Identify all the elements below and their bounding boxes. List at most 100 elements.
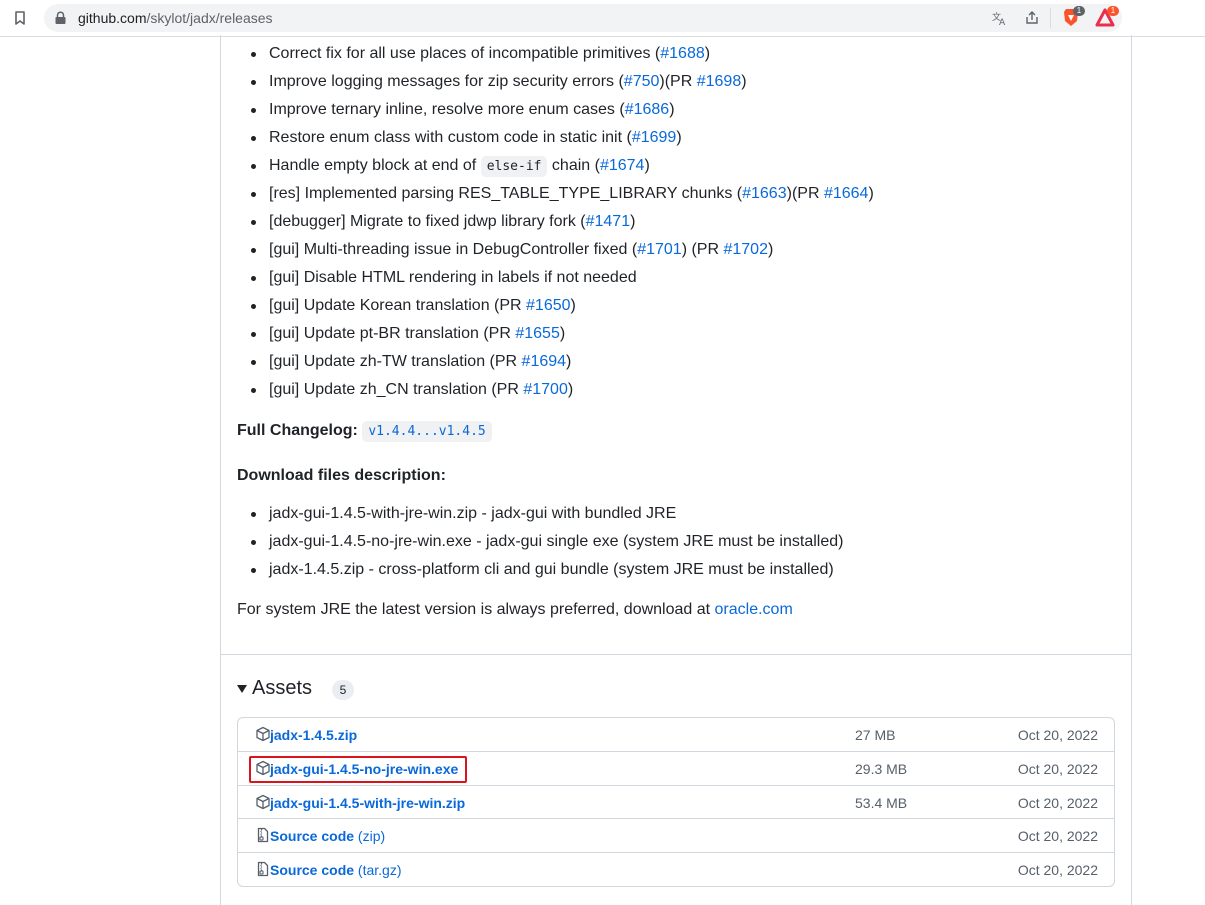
change-text: ) <box>644 157 650 174</box>
lock-icon[interactable] <box>54 11 67 25</box>
asset-download-link[interactable]: jadx-1.4.5.zip <box>270 727 357 743</box>
change-text: [gui] Update zh_CN translation (PR <box>269 381 524 398</box>
asset-row: Source code (tar.gz) Oct 20, 2022 <box>238 852 1114 885</box>
asset-date: Oct 20, 2022 <box>1017 727 1098 743</box>
change-text: [gui] Update pt-BR translation (PR <box>269 325 516 342</box>
change-item: [gui] Disable HTML rendering in labels i… <box>251 268 637 288</box>
caret-down-icon <box>237 685 247 693</box>
url-text[interactable]: github.com/skylot/jadx/releases <box>78 10 273 26</box>
change-text: ) <box>868 185 874 202</box>
change-text: ) <box>559 325 566 342</box>
inline-code: else-if <box>480 156 548 177</box>
page-content: Correct fix for all use places of incomp… <box>0 35 1205 905</box>
change-text: ) <box>566 353 572 370</box>
file-zip-icon <box>255 861 271 877</box>
issue-link[interactable]: #750 <box>624 73 660 90</box>
change-item: [res] Implemented parsing RES_TABLE_TYPE… <box>251 184 874 204</box>
issue-link[interactable]: #1650 <box>526 297 571 314</box>
highlight-box <box>249 756 467 783</box>
brave-rewards-icon[interactable]: 1 <box>1094 6 1119 29</box>
change-text: [gui] Update Korean translation (PR <box>269 297 527 314</box>
asset-download-link[interactable]: Source code (zip) <box>270 828 385 844</box>
change-text: [debugger] Migrate to fixed jdwp library… <box>269 213 586 230</box>
rewards-badge: 1 <box>1107 6 1119 16</box>
change-text: )(PR <box>659 73 697 90</box>
jre-note: For system JRE the latest version is alw… <box>237 600 793 620</box>
change-item: Restore enum class with custom code in s… <box>251 128 682 148</box>
change-item: [gui] Update zh_CN translation (PR #1700… <box>250 380 574 400</box>
change-text: [gui] Disable HTML rendering in labels i… <box>269 269 637 286</box>
issue-link[interactable]: #1702 <box>723 241 768 258</box>
change-text: ) <box>567 381 574 398</box>
change-item: [gui] Update Korean translation (PR #165… <box>251 296 576 316</box>
download-item: jadx-1.4.5.zip - cross-platform cli and … <box>251 561 834 578</box>
issue-link[interactable]: #1688 <box>660 45 705 62</box>
issue-link[interactable]: #1663 <box>742 185 787 202</box>
asset-date: Oct 20, 2022 <box>1017 795 1098 811</box>
issue-link[interactable]: #1674 <box>600 157 645 174</box>
assets-list: jadx-1.4.5.zip 27 MB Oct 20, 2022 jadx-gui-… <box>237 717 1115 887</box>
issue-link[interactable]: #1698 <box>697 73 742 90</box>
change-text: Correct fix for all use places of incomp… <box>269 45 661 62</box>
changelog-compare-link[interactable]: v1.4.4...v1.4.5 <box>362 421 492 442</box>
assets-title: Assets <box>252 677 313 699</box>
download-item: jadx-gui-1.4.5-with-jre-win.zip - jadx-g… <box>250 505 677 522</box>
issue-link[interactable]: #1700 <box>523 381 568 398</box>
change-item: [gui] Update zh-TW translation (PR #1694… <box>250 352 572 372</box>
package-icon <box>255 726 271 742</box>
changelog-colon: : <box>352 422 358 439</box>
assets-count-badge: 5 <box>332 680 354 700</box>
browser-toolbar: github.com/skylot/jadx/releases 文 A 1 1 <box>0 0 1205 37</box>
issue-link[interactable]: #1694 <box>522 353 567 370</box>
file-zip-icon <box>255 827 271 843</box>
asset-download-link[interactable]: Source code (tar.gz) <box>270 862 402 878</box>
asset-name: Source code <box>270 828 355 844</box>
issue-link[interactable]: #1655 <box>515 325 560 342</box>
change-text: chain ( <box>547 157 600 174</box>
asset-size: 29.3 MB <box>855 761 908 777</box>
issue-link[interactable]: #1686 <box>625 101 670 118</box>
jre-note-text: For system JRE the latest version is alw… <box>237 601 715 618</box>
change-item: Handle empty block at end of else-if cha… <box>251 156 650 177</box>
issue-link[interactable]: #1699 <box>632 129 677 146</box>
issue-link[interactable]: #1471 <box>586 213 631 230</box>
download-item: jadx-gui-1.4.5-no-jre-win.exe - jadx-gui… <box>250 533 844 550</box>
change-text: Improve ternary inline, resolve more enu… <box>269 101 625 118</box>
asset-suffix: (tar.gz) <box>354 862 402 878</box>
asset-row: jadx-1.4.5.zip 27 MB Oct 20, 2022 <box>238 718 1114 751</box>
asset-suffix: (zip) <box>354 828 386 844</box>
section-divider <box>221 654 1131 655</box>
oracle-link[interactable]: oracle.com <box>715 601 793 618</box>
asset-name: jadx-1.4.5.zip <box>270 727 358 743</box>
address-bar[interactable]: github.com/skylot/jadx/releases 文 A <box>44 4 1122 32</box>
change-item: [gui] Update pt-BR translation (PR #1655… <box>250 324 566 344</box>
asset-size: 53.4 MB <box>855 795 908 811</box>
change-item: Improve logging messages for zip securit… <box>251 72 747 92</box>
shields-badge: 1 <box>1073 6 1085 16</box>
svg-text:A: A <box>999 18 1006 26</box>
asset-download-link[interactable]: jadx-gui-1.4.5-with-jre-win.zip <box>270 795 465 811</box>
issue-link[interactable]: #1664 <box>824 185 869 202</box>
change-text: ) <box>676 129 682 146</box>
changelog-label: Full Changelog <box>237 422 353 439</box>
change-text: Handle empty block at end of <box>269 157 481 174</box>
change-text: [gui] Update zh-TW translation (PR <box>269 353 522 370</box>
translate-icon[interactable]: 文 A <box>992 10 1008 26</box>
asset-date: Oct 20, 2022 <box>1017 761 1098 777</box>
asset-row: Source code (zip) Oct 20, 2022 <box>238 818 1114 851</box>
share-icon[interactable] <box>1024 10 1040 26</box>
brave-shields-icon[interactable]: 1 <box>1060 6 1085 29</box>
bookmark-icon[interactable] <box>12 10 28 26</box>
package-icon <box>255 794 271 810</box>
url-path: /skylot/jadx/releases <box>146 10 273 26</box>
asset-name: Source code <box>270 862 355 878</box>
change-item: Correct fix for all use places of incomp… <box>250 44 710 64</box>
change-text: [res] Implemented parsing RES_TABLE_TYPE… <box>269 185 743 202</box>
asset-name: jadx-gui-1.4.5-with-jre-win.zip <box>270 795 466 811</box>
asset-size: 27 MB <box>855 727 896 743</box>
issue-link[interactable]: #1701 <box>637 241 682 258</box>
change-text: )(PR <box>786 185 824 202</box>
change-text: Restore enum class with custom code in s… <box>269 129 632 146</box>
change-text: ) <box>741 73 747 90</box>
asset-date: Oct 20, 2022 <box>1017 862 1098 878</box>
